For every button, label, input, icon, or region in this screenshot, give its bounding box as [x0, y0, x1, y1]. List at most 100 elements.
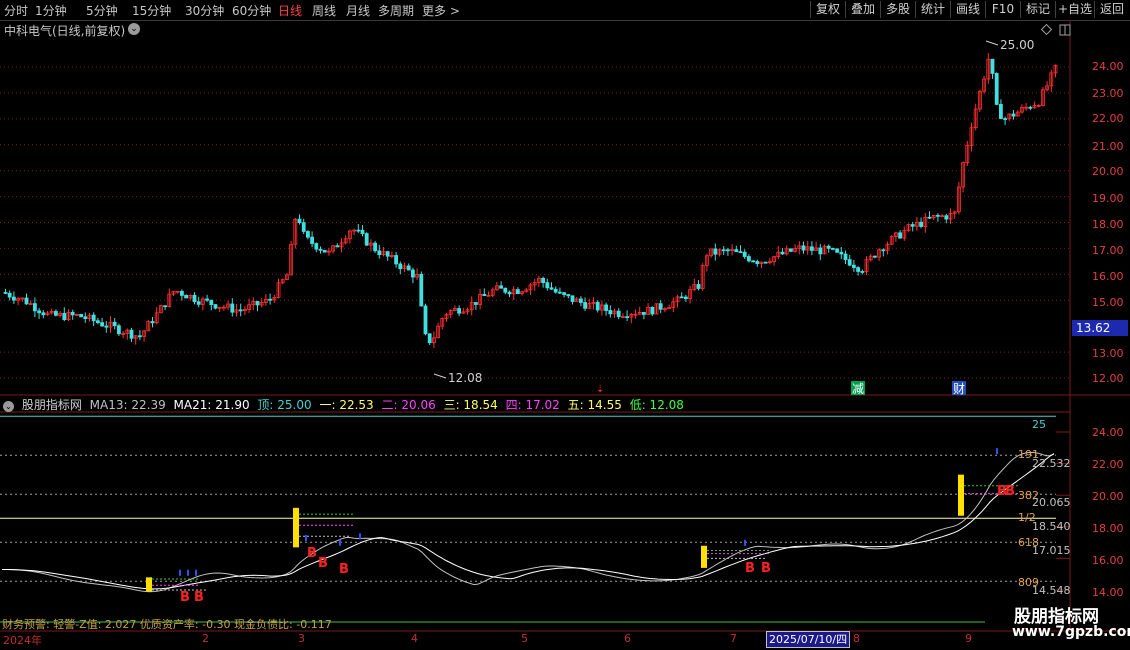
- candle-body: [230, 303, 235, 313]
- period-fenshi[interactable]: 分时: [4, 2, 28, 19]
- candle-body: [213, 304, 218, 309]
- period-multi[interactable]: 多周期: [378, 2, 414, 19]
- candle-body: [919, 221, 923, 227]
- candle-body: [96, 320, 100, 324]
- draw-line-button[interactable]: 画线: [950, 1, 985, 18]
- candle-body: [117, 325, 121, 335]
- price-axis-label: 19.00: [1092, 192, 1124, 205]
- candle-body: [360, 229, 365, 234]
- candle-body: [205, 298, 210, 301]
- diamond-icon[interactable]: [1040, 23, 1053, 36]
- level5-value: 五: 14.55: [567, 398, 622, 412]
- candle-body: [268, 298, 273, 301]
- candle-body: [310, 236, 315, 244]
- candle-body: [79, 314, 83, 318]
- buy-signal: B: [180, 590, 190, 605]
- candle-body: [192, 294, 197, 303]
- period-daily[interactable]: 日线: [278, 2, 302, 19]
- level4-value: 四: 17.02: [505, 398, 560, 412]
- price-axis-label: 22.00: [1092, 112, 1124, 125]
- candle-body: [196, 301, 201, 305]
- candle-body: [696, 284, 701, 289]
- signal-bar: [146, 577, 152, 592]
- price-axis-label: 17.00: [1092, 244, 1124, 257]
- candle-body: [625, 316, 629, 319]
- price-axis-label: 24.00: [1092, 60, 1124, 73]
- candle-body: [583, 302, 587, 309]
- candle-body: [713, 248, 718, 255]
- indicator-axis-label: 22.00: [1092, 458, 1124, 471]
- period-monthly[interactable]: 月线: [346, 2, 370, 19]
- candle-body: [163, 305, 168, 308]
- period-toolbar: 分时 1分钟 5分钟 15分钟 30分钟 60分钟 日线 周线 月线 多周期 更…: [0, 0, 1130, 21]
- candle-body: [410, 269, 415, 278]
- indicator-layer: [0, 415, 1070, 623]
- price-axis-label: 16.00: [1092, 270, 1124, 283]
- period-60min[interactable]: 60分钟: [232, 2, 271, 19]
- candle-body: [322, 249, 327, 253]
- candle-body: [406, 265, 411, 271]
- candle-body: [789, 248, 793, 252]
- candle-body: [41, 312, 46, 316]
- candle-body: [305, 231, 310, 238]
- buy-signal: B: [339, 562, 349, 577]
- f10-button[interactable]: F10: [985, 1, 1020, 18]
- candle-body: [843, 253, 848, 260]
- candle-body: [1028, 106, 1033, 109]
- statistics-button[interactable]: 统计: [915, 1, 950, 18]
- chart-canvas[interactable]: 25.00 12.08 ⇣ 减 财: [0, 20, 1130, 650]
- candle-body: [318, 248, 323, 251]
- level1-value: 一: 22.53: [319, 398, 374, 412]
- indicator-axis-label: 20.00: [1092, 490, 1124, 503]
- period-15min[interactable]: 15分钟: [132, 2, 171, 19]
- indicator-menu-icon[interactable]: ⌄: [3, 401, 14, 412]
- candle-body: [11, 296, 16, 301]
- top-value: 顶: 25.00: [257, 398, 312, 412]
- event-marker-small[interactable]: ⇣: [596, 384, 604, 395]
- period-5min[interactable]: 5分钟: [86, 2, 118, 19]
- candle-body: [721, 249, 726, 252]
- candle-body: [255, 301, 260, 306]
- candle-body: [658, 303, 663, 310]
- candle-body: [999, 104, 1003, 119]
- level3-value: 三: 18.54: [443, 398, 498, 412]
- panel-icon[interactable]: [1059, 24, 1071, 36]
- candle-body: [839, 251, 844, 255]
- candle-body: [427, 333, 432, 344]
- signal-bar: [958, 474, 964, 516]
- mark-button[interactable]: 标记: [1020, 1, 1055, 18]
- period-weekly[interactable]: 周线: [312, 2, 336, 19]
- candle-body: [553, 288, 558, 293]
- candle-body: [742, 251, 747, 257]
- overlay-button[interactable]: 叠加: [845, 1, 880, 18]
- candle-body: [179, 290, 184, 296]
- ma21-value: MA21: 21.90: [173, 398, 250, 412]
- multi-stock-button[interactable]: 多股: [880, 1, 915, 18]
- ma13-line: [2, 451, 1055, 593]
- candle-body: [184, 294, 189, 299]
- candle-body: [780, 251, 785, 255]
- candle-body: [394, 255, 399, 265]
- fuquan-button[interactable]: 复权: [810, 1, 845, 18]
- price-grid: [0, 66, 1070, 379]
- event-marker-finance[interactable]: 财: [952, 381, 966, 396]
- candle-body: [826, 245, 831, 249]
- buy-signal: B: [318, 556, 328, 571]
- indicator-name[interactable]: 股朋指标网: [22, 398, 82, 412]
- level-value-3: 18.540: [1032, 520, 1071, 533]
- price-axis-label: 15.00: [1092, 296, 1124, 309]
- candle-body: [91, 314, 96, 322]
- candle-body: [1011, 113, 1016, 117]
- period-more[interactable]: 更多 >: [422, 2, 460, 19]
- period-1min[interactable]: 1分钟: [35, 2, 67, 19]
- price-axis-label: 18.00: [1092, 218, 1124, 231]
- event-marker-reduce[interactable]: 减: [851, 381, 865, 396]
- candle-body: [801, 245, 806, 251]
- candle-body: [112, 321, 117, 327]
- candle-body: [650, 306, 655, 315]
- candle-body: [726, 249, 730, 252]
- level-value-1: 22.532: [1032, 457, 1071, 470]
- candle-body: [570, 295, 575, 302]
- period-30min[interactable]: 30分钟: [185, 2, 224, 19]
- date-axis: 2024年 2 3 4 5 6 7 8 9: [0, 631, 1070, 650]
